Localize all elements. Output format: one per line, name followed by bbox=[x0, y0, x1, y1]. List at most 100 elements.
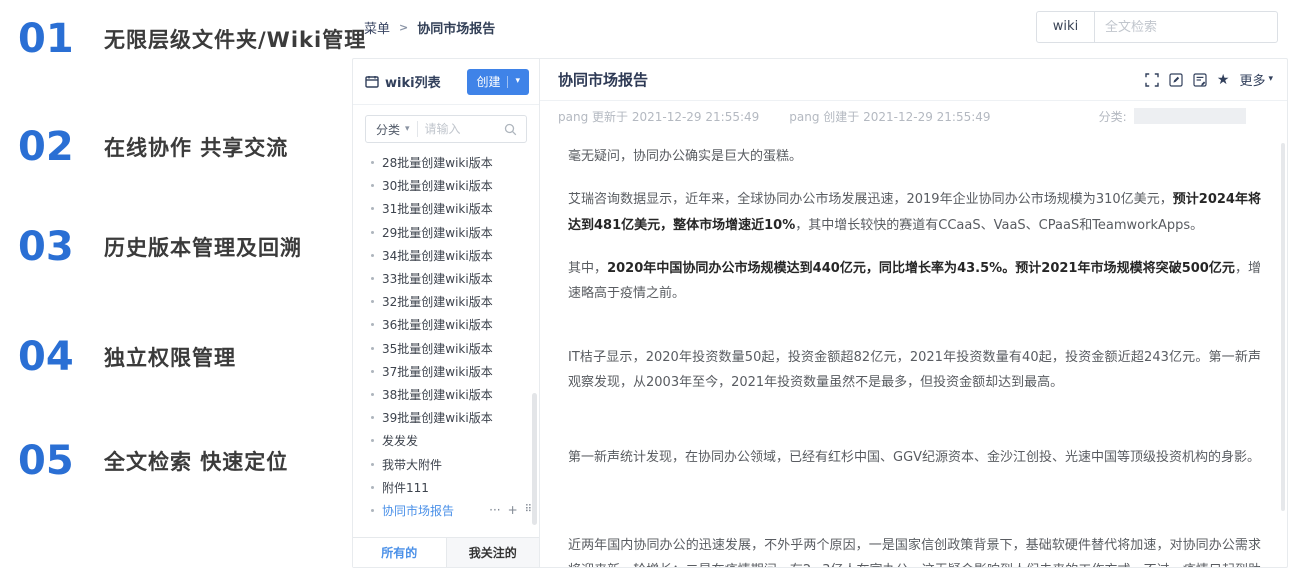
doc-paragraph: IT桔子显示，2020年投资数量50起，投资金额超82亿元，2021年投资数量有… bbox=[568, 345, 1261, 396]
wiki-list-item[interactable]: 34批量创建wiki版本 bbox=[353, 244, 539, 267]
doc-header: 协同市场报告 bbox=[540, 59, 1287, 101]
meta-category-label: 分类: bbox=[1099, 108, 1127, 125]
wiki-sidebar: wiki列表 创建 ▾ 分类 ▾ bbox=[353, 59, 540, 567]
sidebar-header: wiki列表 创建 ▾ bbox=[353, 59, 539, 105]
feature-item: 04 独立权限管理 bbox=[18, 334, 236, 380]
wiki-item-label: 我带大附件 bbox=[382, 456, 442, 473]
wiki-list-item[interactable]: 29批量创建wiki版本 bbox=[353, 221, 539, 244]
doc-paragraph: 第一新声统计发现，在协同办公领域，已经有红杉中国、GGV纪源资本、金沙江创投、光… bbox=[568, 445, 1261, 470]
feature-label: 全文检索 快速定位 bbox=[104, 446, 288, 476]
bullet-icon bbox=[371, 300, 374, 303]
bullet-icon bbox=[371, 323, 374, 326]
wiki-item-label: 发发发 bbox=[382, 432, 418, 449]
doc-text: 其中， bbox=[568, 261, 607, 276]
doc-text: 第一新声统计发现，在协同办公领域，已经有红杉中国、GGV纪源资本、金沙江创投、光… bbox=[568, 450, 1260, 465]
feature-label: 历史版本管理及回溯 bbox=[104, 232, 302, 262]
bullet-icon bbox=[371, 231, 374, 234]
tab-all[interactable]: 所有的 bbox=[353, 538, 446, 567]
doc-body: 毫无疑问，协同办公确实是巨大的蛋糕。艾瑞咨询数据显示，近年来，全球协同办公市场发… bbox=[540, 131, 1287, 567]
wiki-list-item[interactable]: 31批量创建wiki版本 bbox=[353, 197, 539, 220]
meta-updated: pang 更新于 2021-12-29 21:55:49 bbox=[558, 108, 759, 125]
wiki-list-item[interactable]: 37批量创建wiki版本 bbox=[353, 360, 539, 383]
feature-item: 05 全文检索 快速定位 bbox=[18, 438, 288, 484]
doc-text: ，其中增长较快的赛道有CCaaS、VaaS、CPaaS和TeamworkApps… bbox=[795, 218, 1203, 233]
wiki-item-label: 附件111 bbox=[382, 479, 429, 496]
bullet-icon bbox=[371, 161, 374, 164]
bullet-icon bbox=[371, 439, 374, 442]
item-actions: ··· + ⠿ bbox=[489, 504, 531, 516]
doc-text: 艾瑞咨询数据显示，近年来，全球协同办公市场发展迅速，2019年企业协同办公市场规… bbox=[568, 192, 1173, 207]
feature-item: 02 在线协作 共享交流 bbox=[18, 124, 288, 170]
wiki-list-item[interactable]: 30批量创建wiki版本 bbox=[353, 174, 539, 197]
feature-item: 03 历史版本管理及回溯 bbox=[18, 224, 302, 270]
more-button[interactable]: 更多 ▾ bbox=[1239, 70, 1273, 89]
breadcrumb-root[interactable]: 菜单 bbox=[364, 18, 390, 37]
bullet-icon bbox=[371, 254, 374, 257]
wiki-item-label: 30批量创建wiki版本 bbox=[382, 177, 493, 194]
feature-label: 在线协作 共享交流 bbox=[104, 132, 288, 162]
bullet-icon bbox=[371, 184, 374, 187]
feature-number: 01 bbox=[18, 16, 78, 62]
wiki-item-label: 32批量创建wiki版本 bbox=[382, 293, 493, 310]
wiki-list-item[interactable]: 附件111 bbox=[353, 476, 539, 499]
star-icon[interactable]: ★ bbox=[1217, 73, 1230, 87]
wiki-list: 28批量创建wiki版本 30批量创建wiki版本 31批量创建wiki版本 2… bbox=[353, 147, 539, 537]
wiki-list-item[interactable]: 协同市场报告 ··· + ⠿ bbox=[353, 499, 539, 522]
wiki-list-item[interactable]: 36批量创建wiki版本 bbox=[353, 313, 539, 336]
wiki-item-label: 38批量创建wiki版本 bbox=[382, 386, 493, 403]
tab-followed[interactable]: 我关注的 bbox=[446, 538, 540, 567]
global-search: wiki bbox=[1036, 11, 1278, 43]
drag-handle-icon[interactable]: ⠿ bbox=[525, 505, 531, 515]
meta-category-value bbox=[1134, 108, 1246, 124]
doc-pane: 协同市场报告 bbox=[540, 59, 1287, 567]
sidebar-scrollbar[interactable] bbox=[532, 393, 537, 525]
doc-text: IT桔子显示，2020年投资数量50起，投资金额超82亿元，2021年投资数量有… bbox=[568, 350, 1261, 390]
meta-category: 分类: bbox=[1099, 108, 1246, 125]
feature-number: 05 bbox=[18, 438, 78, 484]
plus-icon[interactable]: + bbox=[508, 504, 518, 516]
doc-title: 协同市场报告 bbox=[558, 69, 648, 90]
wiki-list-item[interactable]: 39批量创建wiki版本 bbox=[353, 406, 539, 429]
bullet-icon bbox=[371, 207, 374, 210]
bullet-icon bbox=[371, 347, 374, 350]
create-button[interactable]: 创建 ▾ bbox=[467, 69, 529, 95]
topbar: 菜单 > 协同市场报告 wiki bbox=[352, 0, 1288, 52]
edit-icon[interactable] bbox=[1169, 73, 1183, 87]
doc-paragraph: 艾瑞咨询数据显示，近年来，全球协同办公市场发展迅速，2019年企业协同办公市场规… bbox=[568, 187, 1261, 238]
search-scope-label[interactable]: wiki bbox=[1037, 12, 1095, 42]
meta-created: pang 创建于 2021-12-29 21:55:49 bbox=[789, 108, 990, 125]
wiki-item-label: 协同市场报告 bbox=[382, 502, 454, 519]
bullet-icon bbox=[371, 277, 374, 280]
doc-scrollbar[interactable] bbox=[1281, 143, 1285, 511]
doc-paragraph: 其中，2020年中国协同办公市场规模达到440亿元，同比增长率为43.5%。预计… bbox=[568, 256, 1261, 307]
feature-number: 02 bbox=[18, 124, 78, 170]
bullet-icon bbox=[371, 486, 374, 489]
category-dropdown[interactable]: 分类 ▾ bbox=[366, 121, 417, 138]
sidebar-title: wiki列表 bbox=[365, 72, 441, 91]
ellipsis-icon[interactable]: ··· bbox=[489, 504, 500, 516]
doc-actions: ★ 更多 ▾ bbox=[1145, 70, 1273, 89]
doc-paragraph: 近两年国内协同办公的迅速发展，不外乎两个原因，一是国家信创政策背景下，基础软硬件… bbox=[568, 533, 1261, 567]
wiki-list-item[interactable]: 33批量创建wiki版本 bbox=[353, 267, 539, 290]
search-input[interactable] bbox=[1095, 20, 1277, 35]
wiki-list-item[interactable]: 28批量创建wiki版本 bbox=[353, 151, 539, 174]
wiki-list-item[interactable]: 我带大附件 bbox=[353, 452, 539, 475]
category-dropdown-label: 分类 bbox=[376, 121, 400, 138]
doc-text: 近两年国内协同办公的迅速发展，不外乎两个原因，一是国家信创政策背景下，基础软硬件… bbox=[568, 538, 1261, 567]
create-button-divider bbox=[507, 76, 508, 88]
create-button-label: 创建 bbox=[476, 73, 500, 90]
search-icon[interactable] bbox=[504, 123, 517, 136]
wiki-list-item[interactable]: 35批量创建wiki版本 bbox=[353, 337, 539, 360]
wiki-list-item[interactable]: 发发发 bbox=[353, 429, 539, 452]
wiki-filter-input[interactable] bbox=[418, 122, 504, 136]
export-version-icon[interactable] bbox=[1193, 73, 1207, 87]
wiki-item-label: 34批量创建wiki版本 bbox=[382, 247, 493, 264]
wiki-list-item[interactable]: 32批量创建wiki版本 bbox=[353, 290, 539, 313]
fullscreen-icon[interactable] bbox=[1145, 73, 1159, 87]
wiki-list-icon bbox=[365, 75, 379, 89]
wiki-panel: wiki列表 创建 ▾ 分类 ▾ bbox=[352, 58, 1288, 568]
wiki-list-item[interactable]: 38批量创建wiki版本 bbox=[353, 383, 539, 406]
feature-label: 独立权限管理 bbox=[104, 342, 236, 372]
sidebar-tabs: 所有的 我关注的 bbox=[353, 537, 539, 567]
wiki-item-label: 36批量创建wiki版本 bbox=[382, 316, 493, 333]
